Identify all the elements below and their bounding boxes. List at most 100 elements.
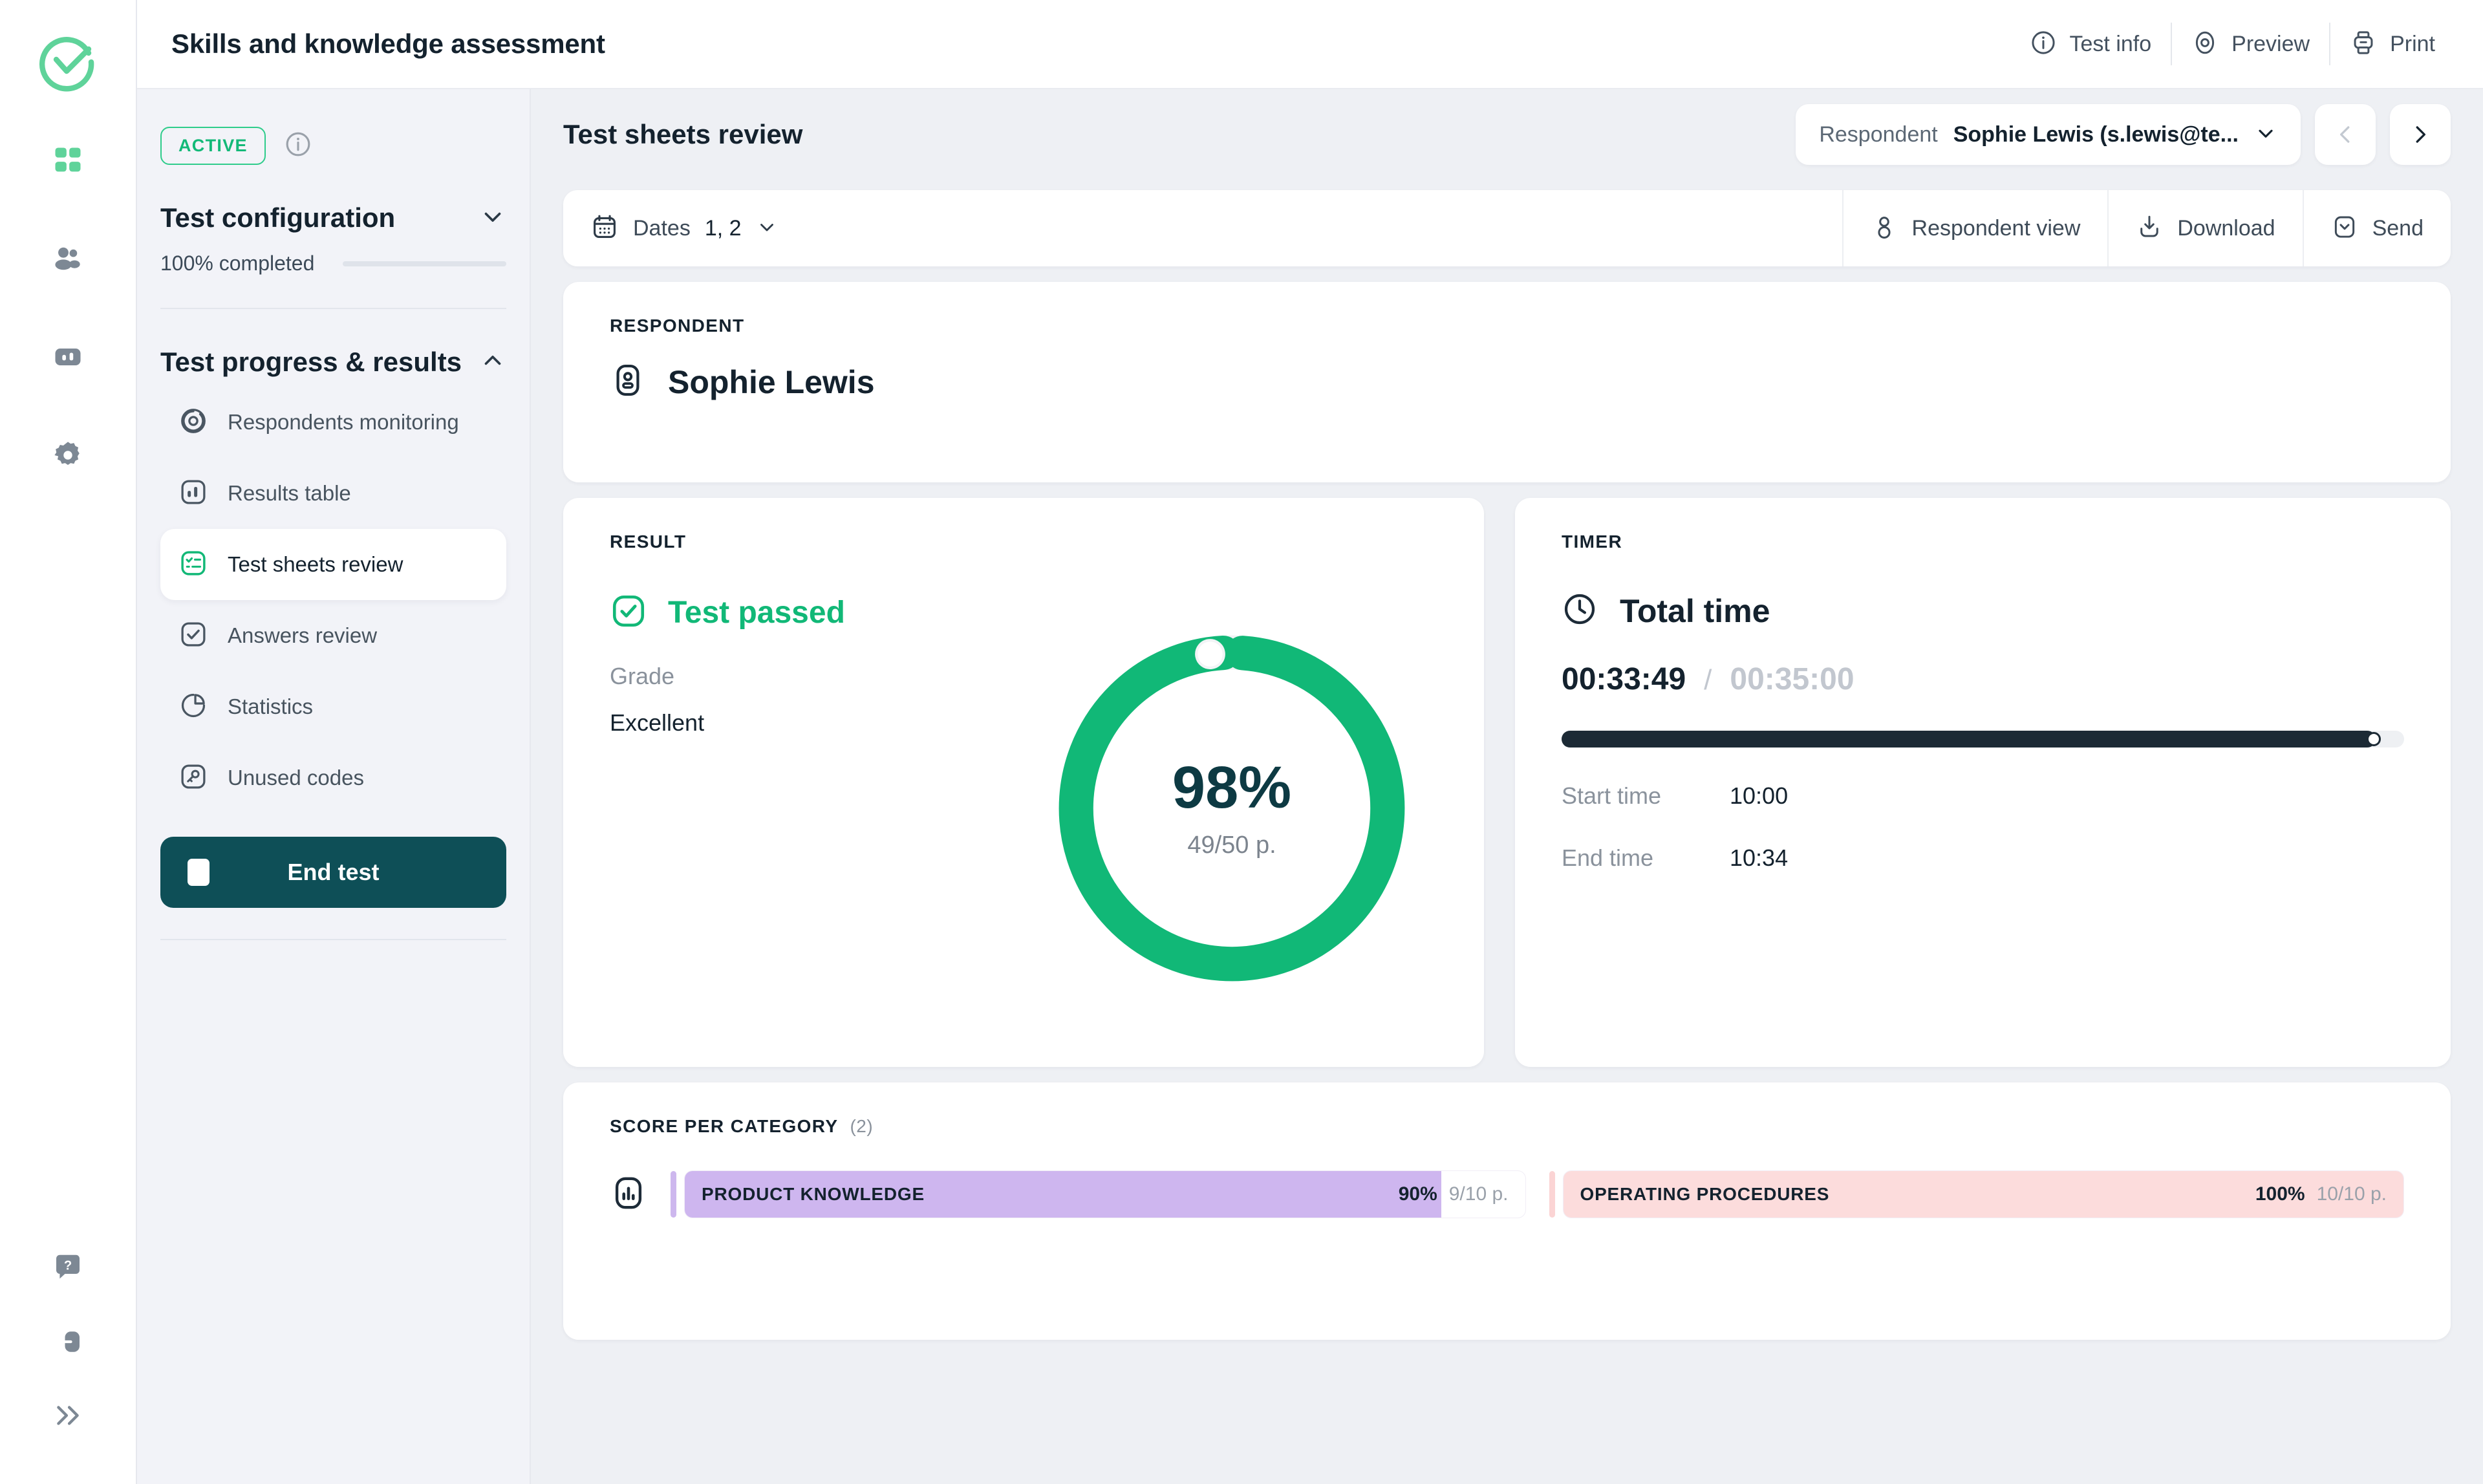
timer-caption: TIMER [1562,532,2404,552]
header-actions: Test info Preview Print [2010,21,2455,67]
donut-center: 98% 49/50 p. [1051,627,1413,989]
respondent-name-row: Sophie Lewis [610,362,2404,402]
respondent-selector-value: Sophie Lewis (s.lewis@te... [1953,122,2239,147]
test-configuration-section[interactable]: Test configuration [160,202,506,233]
panel-menu: Respondents monitoring Results table Tes… [160,387,506,813]
dashboard-icon[interactable] [37,129,99,191]
score-caption: SCORE PER CATEGORY [610,1116,838,1137]
test-sheet-icon [178,548,208,581]
test-config-panel: ACTIVE Test configuration 100% completed… [137,89,531,1484]
start-time-row: Start time 10:00 [1562,782,2404,810]
result-caption: RESULT [610,532,1437,552]
respondent-selector[interactable]: Respondent Sophie Lewis (s.lewis@te... [1796,104,2301,165]
chevron-down-icon[interactable] [2254,122,2277,148]
progress-track [343,261,506,266]
timer-progress-knob [2367,732,2381,746]
category-tick [1549,1171,1555,1218]
download-icon [2136,213,2163,244]
result-status: Test passed [668,595,845,630]
timer-card: TIMER Total time 00:33:49 / 00:35:00 Sta… [1515,498,2451,1067]
end-test-button[interactable]: End test [160,837,506,908]
top-header: Skills and knowledge assessment Test inf… [137,0,2483,89]
test-info-button[interactable]: Test info [2010,21,2171,67]
chevron-down-icon[interactable] [479,203,506,233]
end-time-label: End time [1562,844,1730,872]
test-configuration-title: Test configuration [160,202,395,233]
expand-sidebar-icon[interactable] [37,1384,99,1446]
sidebar-label: Answers review [228,623,377,648]
sidebar-item-statistics[interactable]: Statistics [160,671,506,742]
respondent-selector-label: Respondent [1819,122,1937,147]
brand-check-logo[interactable] [37,31,99,93]
check-square-icon [178,619,208,652]
printer-icon [2350,29,2377,59]
start-time-label: Start time [1562,782,1730,810]
clock-icon [1562,591,1598,630]
chevron-down-icon[interactable] [756,216,778,241]
send-envelope-icon [2331,213,2358,244]
respondent-card: RESPONDENT Sophie Lewis [563,282,2451,482]
category-percent: 90% [1399,1183,1437,1205]
test-progress-results-section[interactable]: Test progress & results [160,347,506,378]
respondent-view-button[interactable]: Respondent view [1843,190,2108,266]
print-label: Print [2390,32,2435,57]
category-body: PRODUCT KNOWLEDGE 90% 9/10 p. [684,1170,1526,1218]
sidebar-item-test-sheets-review[interactable]: Test sheets review [160,529,506,600]
respondent-view-label: Respondent view [1912,216,2081,241]
category-bar[interactable]: PRODUCT KNOWLEDGE 90% 9/10 p. [671,1170,1526,1218]
panel-divider-bottom [160,939,506,940]
settings-icon[interactable] [37,424,99,486]
category-percent: 100% [2255,1183,2305,1205]
category-points: 9/10 p. [1449,1183,1509,1205]
timer-elapsed: 00:33:49 [1562,661,1686,697]
category-tick [671,1171,676,1218]
test-progress-results-title: Test progress & results [160,347,462,378]
prev-respondent-button[interactable] [2315,104,2376,165]
people-icon[interactable] [37,228,99,290]
bar-chart-icon [610,1174,647,1215]
send-label: Send [2372,216,2424,241]
info-circle-icon[interactable] [284,130,312,162]
user-icon [1871,213,1898,244]
preview-button[interactable]: Preview [2172,21,2329,67]
dates-filter[interactable]: Dates 1, 2 [563,213,778,244]
category-bar[interactable]: OPERATING PROCEDURES 100% 10/10 p. [1549,1170,2405,1218]
sidebar-label: Test sheets review [228,552,403,577]
download-button[interactable]: Download [2109,190,2302,266]
score-points: 49/50 p. [1187,832,1276,859]
print-button[interactable]: Print [2330,21,2455,67]
sidebar-item-answers-review[interactable]: Answers review [160,600,506,671]
timer-title-row: Total time [1562,591,2404,630]
logout-icon[interactable] [37,1311,99,1373]
page-title: Skills and knowledge assessment [171,28,605,59]
score-percent: 98% [1172,758,1291,817]
sidebar-item-respondents-monitoring[interactable]: Respondents monitoring [160,387,506,458]
status-badge: ACTIVE [160,127,266,165]
toolbar-actions: Respondent view Download Send [1842,190,2451,266]
sidebar-label: Respondents monitoring [228,410,459,435]
check-circle-icon [610,592,647,633]
sidebar-label: Unused codes [228,766,364,790]
timer-total: 00:35:00 [1730,661,1854,697]
test-info-label: Test info [2070,32,2152,57]
sidebar-item-results-table[interactable]: Results table [160,458,506,529]
preview-label: Preview [2231,32,2310,57]
send-button[interactable]: Send [2304,190,2451,266]
chevron-up-icon[interactable] [479,347,506,378]
next-respondent-button[interactable] [2390,104,2451,165]
timer-progress-fill [1562,731,2376,747]
panel-divider [160,308,506,309]
category-text: OPERATING PROCEDURES 100% 10/10 p. [1564,1183,2404,1205]
category-bars-row: PRODUCT KNOWLEDGE 90% 9/10 p. OPERATING … [610,1170,2404,1218]
content-toolbar: Dates 1, 2 Respondent view Download [563,190,2451,266]
respondent-caption: RESPONDENT [610,316,2404,336]
respondent-name: Sophie Lewis [668,363,875,401]
sidebar-item-unused-codes[interactable]: Unused codes [160,742,506,813]
help-icon[interactable]: ? [37,1237,99,1299]
start-time-value: 10:00 [1730,782,1788,810]
score-count: (2) [850,1116,873,1137]
reports-icon[interactable] [37,326,99,388]
sidebar-label: Statistics [228,694,313,719]
end-time-row: End time 10:34 [1562,844,2404,872]
pie-chart-icon [178,691,208,724]
